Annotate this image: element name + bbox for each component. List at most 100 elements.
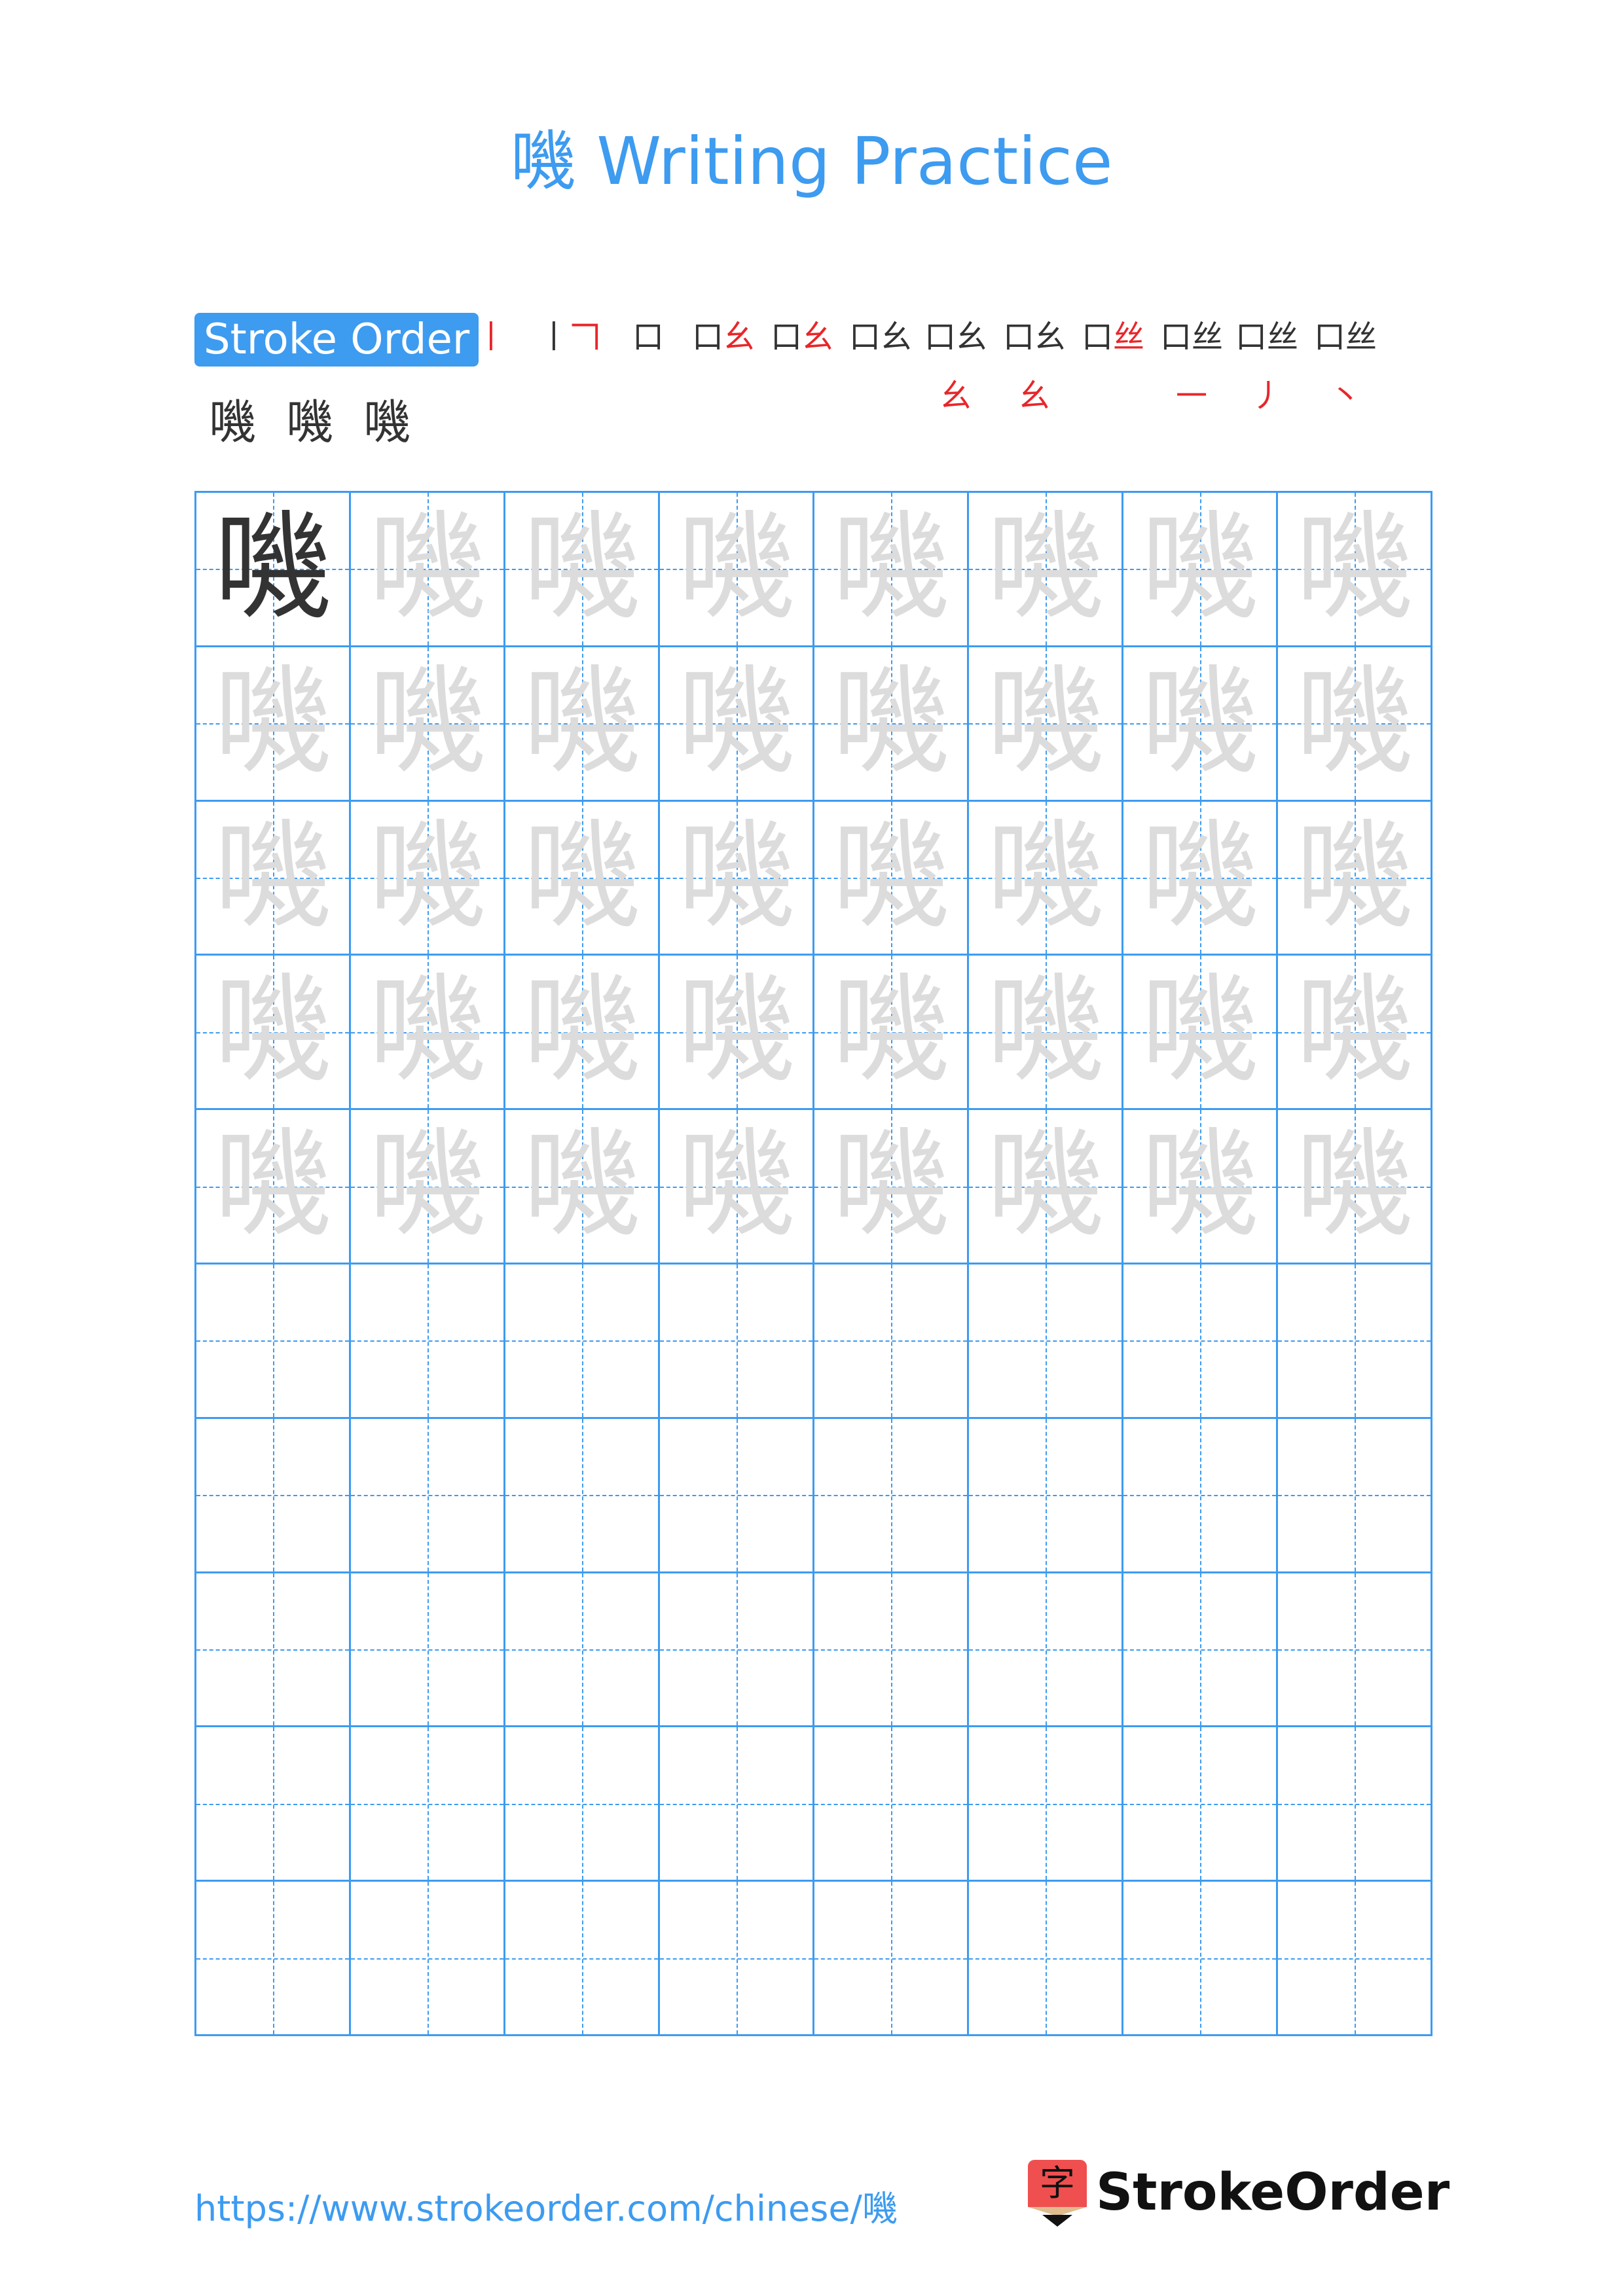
guide-line-vertical bbox=[1199, 1265, 1201, 1417]
grid-cell[interactable] bbox=[1276, 1416, 1432, 1573]
grid-cell[interactable] bbox=[349, 1571, 505, 1728]
grid-cell[interactable] bbox=[349, 1416, 505, 1573]
strokeorder-logo[interactable]: 字 StrokeOrder bbox=[1028, 2160, 1450, 2227]
grid-cell[interactable] bbox=[658, 1725, 814, 1882]
guide-line-vertical bbox=[890, 1418, 892, 1571]
grid-cell[interactable] bbox=[967, 1571, 1123, 1728]
grid-cell[interactable]: 嘰 bbox=[967, 1108, 1123, 1265]
grid-cell[interactable] bbox=[503, 1880, 660, 2036]
grid-cell[interactable] bbox=[1276, 1571, 1432, 1728]
stroke-step-2: 丨𠃍 bbox=[537, 308, 602, 367]
trace-character: 嘰 bbox=[522, 499, 641, 636]
grid-cell[interactable]: 嘰 bbox=[658, 954, 814, 1111]
grid-cell[interactable] bbox=[194, 1263, 351, 1419]
grid-cell[interactable]: 嘰 bbox=[1122, 491, 1278, 647]
grid-cell[interactable] bbox=[1122, 1725, 1278, 1882]
grid-cell[interactable]: 嘰 bbox=[349, 1108, 505, 1265]
grid-cell[interactable] bbox=[194, 1571, 351, 1728]
grid-cell[interactable] bbox=[658, 1571, 814, 1728]
grid-cell[interactable] bbox=[349, 1725, 505, 1882]
grid-cell[interactable]: 嘰 bbox=[349, 954, 505, 1111]
guide-line-vertical bbox=[736, 1727, 738, 1880]
grid-cell[interactable] bbox=[812, 1416, 969, 1573]
grid-cell[interactable]: 嘰 bbox=[1276, 491, 1432, 647]
grid-cell[interactable]: 嘰 bbox=[658, 645, 814, 802]
grid-cell[interactable] bbox=[658, 1416, 814, 1573]
stroke-new: 丿 bbox=[1250, 378, 1283, 414]
grid-cell[interactable] bbox=[1122, 1880, 1278, 2036]
grid-cell[interactable] bbox=[967, 1416, 1123, 1573]
grid-cell[interactable]: 嘰 bbox=[812, 1108, 969, 1265]
grid-cell[interactable] bbox=[349, 1263, 505, 1419]
grid-cell[interactable] bbox=[812, 1263, 969, 1419]
guide-line-vertical bbox=[581, 1418, 583, 1571]
grid-cell[interactable] bbox=[967, 1725, 1123, 1882]
grid-cell[interactable]: 嘰 bbox=[349, 491, 505, 647]
stroke-new: 丝 bbox=[1113, 319, 1145, 355]
grid-cell[interactable] bbox=[812, 1725, 969, 1882]
grid-cell[interactable]: 嘰 bbox=[194, 645, 351, 802]
grid-cell[interactable]: 嘰 bbox=[658, 799, 814, 956]
trace-character: 嘰 bbox=[986, 653, 1104, 791]
guide-line-vertical bbox=[890, 1265, 892, 1417]
grid-cell[interactable]: 嘰 bbox=[194, 799, 351, 956]
grid-cell[interactable] bbox=[1276, 1880, 1432, 2036]
trace-character: 嘰 bbox=[831, 1117, 950, 1254]
grid-cell[interactable]: 嘰 bbox=[812, 799, 969, 956]
grid-cell[interactable]: 嘰 bbox=[1122, 799, 1278, 956]
trace-character: 嘰 bbox=[522, 808, 641, 945]
stroke-step-11: 口丝丿 bbox=[1234, 308, 1300, 425]
grid-cell[interactable]: 嘰 bbox=[349, 799, 505, 956]
grid-cell[interactable]: 嘰 bbox=[967, 491, 1123, 647]
grid-cell[interactable]: 嘰 bbox=[1122, 645, 1278, 802]
guide-line-vertical bbox=[1199, 1727, 1201, 1880]
grid-cell[interactable] bbox=[967, 1880, 1123, 2036]
grid-cell[interactable]: 嘰 bbox=[658, 1108, 814, 1265]
grid-cell[interactable]: 嘰 bbox=[194, 954, 351, 1111]
grid-cell[interactable]: 嘰 bbox=[503, 645, 660, 802]
grid-cell[interactable] bbox=[1122, 1263, 1278, 1419]
guide-line-vertical bbox=[581, 1882, 583, 2034]
grid-cell[interactable]: 嘰 bbox=[967, 645, 1123, 802]
grid-cell[interactable]: 嘰 bbox=[1276, 799, 1432, 956]
grid-cell[interactable]: 嘰 bbox=[812, 491, 969, 647]
grid-cell[interactable]: 嘰 bbox=[1276, 1108, 1432, 1265]
grid-cell[interactable]: 嘰 bbox=[349, 645, 505, 802]
grid-cell[interactable]: 嘰 bbox=[503, 1108, 660, 1265]
grid-cell[interactable] bbox=[812, 1880, 969, 2036]
trace-character: 嘰 bbox=[522, 653, 641, 791]
grid-cell[interactable] bbox=[349, 1880, 505, 2036]
grid-cell[interactable] bbox=[967, 1263, 1123, 1419]
grid-cell[interactable] bbox=[1122, 1571, 1278, 1728]
grid-cell[interactable]: 嘰 bbox=[503, 491, 660, 647]
grid-cell[interactable]: 嘰 bbox=[194, 1108, 351, 1265]
grid-cell[interactable]: 嘰 bbox=[1122, 1108, 1278, 1265]
grid-cell[interactable] bbox=[503, 1416, 660, 1573]
stroke-done: 丨 bbox=[538, 319, 570, 355]
grid-cell[interactable] bbox=[503, 1263, 660, 1419]
grid-cell[interactable] bbox=[1276, 1263, 1432, 1419]
grid-cell[interactable] bbox=[1276, 1725, 1432, 1882]
grid-cell[interactable]: 嘰 bbox=[503, 799, 660, 956]
grid-cell[interactable] bbox=[812, 1571, 969, 1728]
grid-cell[interactable]: 嘰 bbox=[503, 954, 660, 1111]
grid-cell[interactable] bbox=[1122, 1416, 1278, 1573]
trace-character: 嘰 bbox=[831, 653, 950, 791]
footer-url-link[interactable]: https://www.strokeorder.com/chinese/嘰 bbox=[194, 2179, 898, 2231]
grid-cell[interactable]: 嘰 bbox=[658, 491, 814, 647]
grid-cell[interactable]: 嘰 bbox=[194, 491, 351, 647]
grid-cell[interactable]: 嘰 bbox=[812, 954, 969, 1111]
grid-cell[interactable]: 嘰 bbox=[967, 954, 1123, 1111]
grid-cell[interactable]: 嘰 bbox=[1276, 645, 1432, 802]
grid-cell[interactable] bbox=[194, 1416, 351, 1573]
grid-cell[interactable] bbox=[194, 1725, 351, 1882]
grid-cell[interactable]: 嘰 bbox=[812, 645, 969, 802]
grid-cell[interactable]: 嘰 bbox=[1122, 954, 1278, 1111]
grid-cell[interactable] bbox=[503, 1725, 660, 1882]
grid-cell[interactable] bbox=[503, 1571, 660, 1728]
grid-cell[interactable] bbox=[194, 1880, 351, 2036]
grid-cell[interactable]: 嘰 bbox=[967, 799, 1123, 956]
grid-cell[interactable] bbox=[658, 1263, 814, 1419]
grid-cell[interactable] bbox=[658, 1880, 814, 2036]
grid-cell[interactable]: 嘰 bbox=[1276, 954, 1432, 1111]
